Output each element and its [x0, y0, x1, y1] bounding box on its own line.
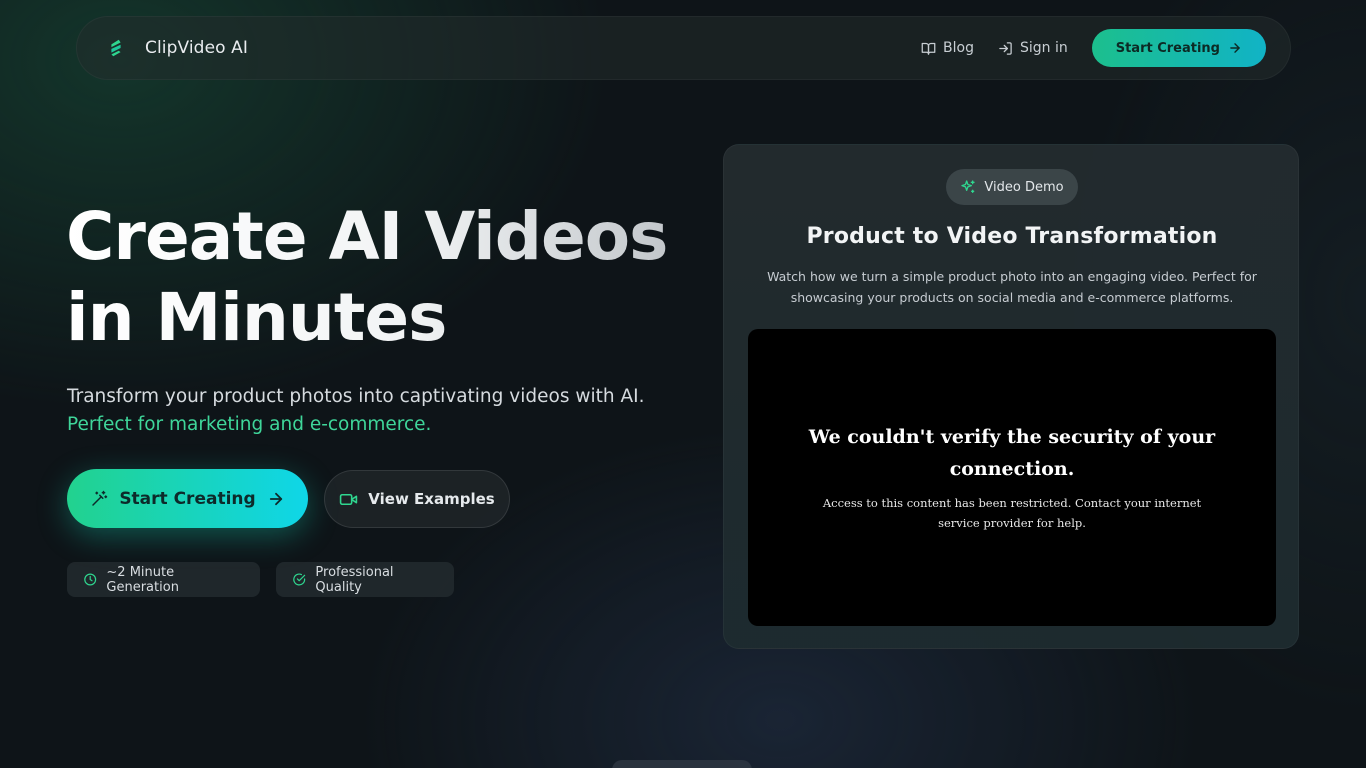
nav-start-creating-button[interactable]: Start Creating [1091, 29, 1266, 67]
nav-actions: Blog Sign in Start Creating [921, 29, 1266, 67]
hero-title: Create AI Videos in Minutes [66, 196, 686, 358]
hero-title-line1: Create AI Videos [66, 198, 668, 275]
sparkles-icon [961, 180, 976, 193]
book-icon [921, 42, 936, 55]
video-demo-badge: Video Demo [946, 169, 1078, 205]
feature-chip-generation-time: ~2 Minute Generation [67, 562, 260, 597]
arrow-right-icon [1230, 43, 1240, 53]
login-icon [999, 41, 1012, 55]
blog-link[interactable]: Blog [921, 40, 974, 56]
video-error-title: We couldn't verify the security of your … [808, 426, 1216, 480]
check-circle-icon [293, 573, 306, 586]
feature-chip-label: ~2 Minute Generation [106, 564, 179, 595]
video-camera-icon [340, 493, 358, 505]
hero-title-line2: in Minutes [66, 279, 447, 356]
blog-link-label: Blog [943, 40, 974, 56]
signin-link-label: Sign in [1019, 40, 1068, 56]
feature-chip-quality: Professional Quality [276, 562, 454, 597]
hero-subtitle-accent: Perfect for marketing and e-commerce. [67, 414, 432, 435]
nav-cta-label: Start Creating [1115, 40, 1220, 56]
magic-wand-icon [92, 490, 108, 506]
start-creating-button[interactable]: Start Creating [67, 469, 308, 528]
view-examples-label: View Examples [368, 490, 495, 508]
demo-title: Product to Video Transformation [806, 224, 1218, 249]
scroll-peek-element [612, 760, 752, 768]
top-navbar: ClipVideo AI Blog Sign in Start Creating [76, 16, 1291, 80]
feature-chip-label: Professional Quality [315, 564, 394, 595]
brand-name: ClipVideo AI [145, 38, 248, 58]
brand-logo[interactable]: ClipVideo AI [105, 37, 248, 59]
clipvideo-logo-icon [111, 39, 121, 57]
video-demo-badge-label: Video Demo [984, 179, 1064, 195]
video-error-message: Access to this content has been restrict… [822, 496, 1202, 530]
hero-subtitle: Transform your product photos into capti… [67, 383, 707, 439]
view-examples-button[interactable]: View Examples [324, 470, 510, 528]
arrow-right-icon [269, 492, 282, 505]
hero-subtitle-text: Transform your product photos into capti… [67, 386, 645, 407]
signin-link[interactable]: Sign in [998, 40, 1068, 56]
video-demo-card: Video Demo Product to Video Transformati… [723, 144, 1299, 649]
demo-description: Watch how we turn a simple product photo… [767, 269, 1257, 305]
clock-icon [84, 573, 97, 586]
video-player[interactable]: We couldn't verify the security of your … [748, 329, 1276, 626]
start-creating-label: Start Creating [119, 488, 256, 509]
